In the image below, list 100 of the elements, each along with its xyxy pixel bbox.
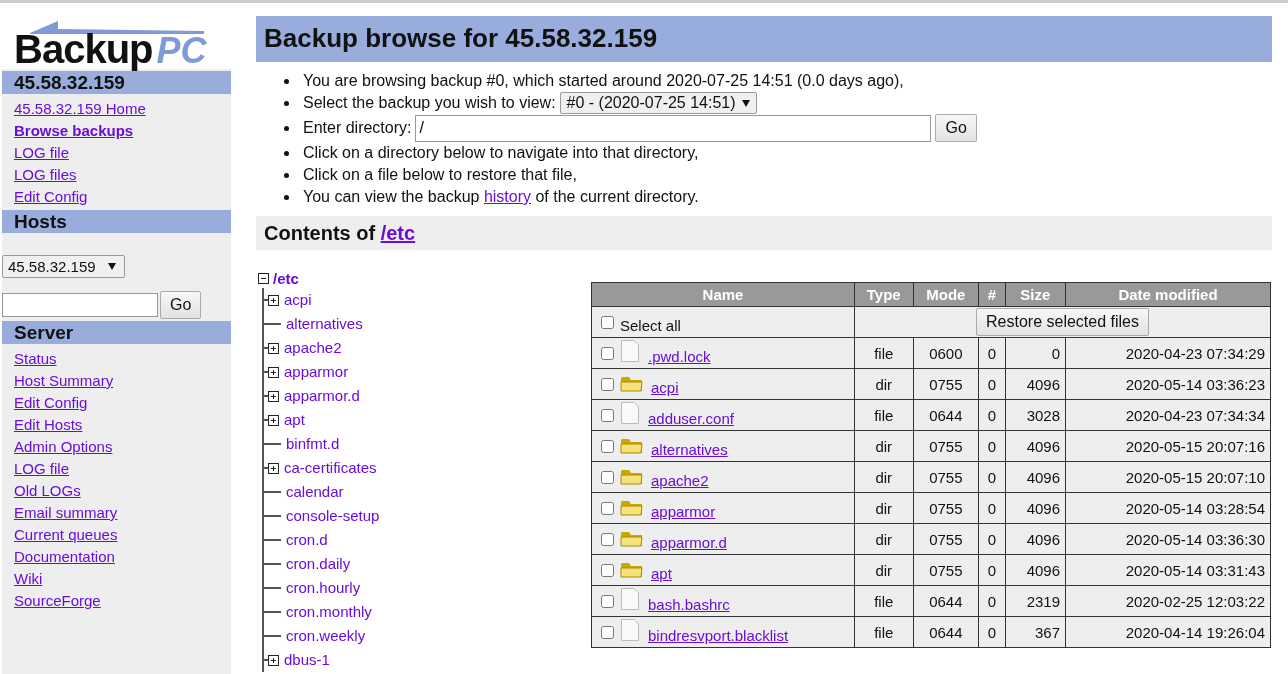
nav-link[interactable]: Wiki xyxy=(14,568,43,590)
tree-item[interactable]: cron.d xyxy=(286,531,328,549)
nav-link[interactable]: Current queues xyxy=(14,524,118,546)
search-field[interactable] xyxy=(2,293,158,317)
nav-link[interactable]: Edit Config xyxy=(14,392,88,414)
bullet-icon xyxy=(284,78,289,84)
nav-link[interactable]: Status xyxy=(14,348,57,370)
tree-item[interactable]: cron.hourly xyxy=(286,579,361,597)
file-link[interactable]: alternatives xyxy=(651,441,728,458)
table-cell: file xyxy=(854,585,913,617)
file-link[interactable]: acpi xyxy=(651,379,679,396)
nav-link[interactable]: LOG file xyxy=(14,458,70,480)
table-cell: 4096 xyxy=(1005,523,1066,555)
nav-link[interactable]: Edit Hosts xyxy=(14,414,83,436)
nav-link[interactable]: Old LOGs xyxy=(14,480,81,502)
info-text: Enter directory: xyxy=(303,118,412,138)
row-checkbox[interactable] xyxy=(601,346,614,360)
go-button[interactable]: Go xyxy=(160,291,202,319)
nav-link[interactable]: Browse backups xyxy=(14,120,134,142)
host-select[interactable]: 45.58.32.159 xyxy=(2,255,125,278)
table-cell: 2020-05-15 20:07:16 xyxy=(1065,430,1271,462)
nav-link[interactable]: SourceForge xyxy=(14,590,101,612)
info-text: You are browsing backup #0, which started around 2020-07-25 14:51 (0.0 days ago), xyxy=(303,71,904,91)
tree-item[interactable]: apparmor xyxy=(284,363,349,381)
select-all-checkbox[interactable] xyxy=(601,316,614,330)
expand-icon[interactable] xyxy=(268,390,279,402)
directory-field[interactable]: / xyxy=(415,114,932,142)
row-checkbox[interactable] xyxy=(601,564,614,577)
expand-icon[interactable] xyxy=(268,366,279,378)
nav-link[interactable]: 45.58.32.159 Home xyxy=(14,98,146,120)
file-link[interactable]: adduser.conf xyxy=(648,409,734,427)
section-heading: Hosts xyxy=(2,210,231,233)
tree-item[interactable]: ca-certificates xyxy=(284,459,377,477)
expand-icon[interactable] xyxy=(268,654,279,666)
nav-link[interactable]: Admin Options xyxy=(14,436,113,458)
nav-link[interactable]: Documentation xyxy=(14,546,115,568)
tree-item[interactable]: console-setup xyxy=(286,507,380,525)
nav-link[interactable]: LOG files xyxy=(14,164,77,186)
row-checkbox[interactable] xyxy=(601,440,614,453)
tree-item[interactable]: dbus-1 xyxy=(284,651,330,669)
table-cell: 4096 xyxy=(1005,461,1066,493)
table-cell: file xyxy=(854,616,913,648)
file-link[interactable]: bash.bashrc xyxy=(648,595,730,613)
file-link[interactable]: apache2 xyxy=(651,472,709,489)
nav-link[interactable]: LOG file xyxy=(14,142,70,164)
table-cell: 2020-05-14 03:36:30 xyxy=(1065,523,1271,555)
row-checkbox[interactable] xyxy=(601,408,614,422)
row-checkbox[interactable] xyxy=(601,594,614,608)
bullet-icon xyxy=(284,125,289,131)
table-cell: 0 xyxy=(978,585,1006,617)
row-checkbox[interactable] xyxy=(601,625,614,639)
file-link[interactable]: apparmor xyxy=(651,503,716,520)
select-value: #0 - (2020-07-25 14:51) xyxy=(566,93,736,113)
table-cell: 0 xyxy=(978,430,1006,462)
bullet-icon xyxy=(284,100,289,106)
table-cell: dir xyxy=(854,523,913,555)
logo[interactable]: BackupPC xyxy=(2,3,231,69)
dropdown-icon xyxy=(741,99,750,107)
expand-icon[interactable] xyxy=(268,414,279,426)
expand-icon[interactable] xyxy=(268,294,279,306)
table-cell: 2020-05-14 03:31:43 xyxy=(1065,554,1271,586)
row-checkbox[interactable] xyxy=(601,502,614,515)
file-link[interactable]: apt xyxy=(651,565,672,582)
go-button[interactable]: Go xyxy=(935,114,977,142)
file-link[interactable]: .pwd.lock xyxy=(648,347,711,365)
tree-item[interactable]: binfmt.d xyxy=(286,435,340,453)
tree-item[interactable]: /etc xyxy=(273,269,299,287)
table-cell: 0644 xyxy=(913,585,979,617)
collapse-icon[interactable] xyxy=(258,272,269,284)
restore-button[interactable]: Restore selected files xyxy=(976,308,1149,336)
expand-icon[interactable] xyxy=(268,342,279,354)
table-cell: 0755 xyxy=(913,461,979,493)
nav-link[interactable]: Edit Config xyxy=(14,186,88,208)
path-link[interactable]: /etc xyxy=(380,222,416,244)
file-link[interactable]: apparmor.d xyxy=(651,534,727,551)
row-checkbox[interactable] xyxy=(601,378,614,391)
table-cell: file xyxy=(854,337,913,369)
tree-item[interactable]: cron.daily xyxy=(286,555,351,573)
tree-item[interactable]: apparmor.d xyxy=(284,387,360,405)
table-cell: 2319 xyxy=(1005,585,1066,617)
tree-item[interactable]: acpi xyxy=(284,291,312,309)
nav-link[interactable]: Email summary xyxy=(14,502,118,524)
tree-item[interactable]: calendar xyxy=(286,483,344,501)
table-cell: 2020-04-23 07:34:29 xyxy=(1065,337,1271,369)
tree-item[interactable]: cron.weekly xyxy=(286,627,366,645)
table-cell: 2020-04-14 19:26:04 xyxy=(1065,616,1271,648)
table-cell: 0 xyxy=(978,337,1006,369)
nav-link[interactable]: Host Summary xyxy=(14,370,114,392)
backup-select[interactable]: #0 - (2020-07-25 14:51) xyxy=(559,92,757,114)
history-link[interactable]: history xyxy=(483,188,531,205)
table-cell: 0644 xyxy=(913,616,979,648)
tree-item[interactable]: alternatives xyxy=(286,315,363,333)
tree-item[interactable]: apache2 xyxy=(284,339,342,357)
row-checkbox[interactable] xyxy=(601,471,614,484)
row-checkbox[interactable] xyxy=(601,533,614,546)
tree-item[interactable]: cron.monthly xyxy=(286,603,372,621)
logo-text: PC xyxy=(156,30,207,71)
info-text: You can view the backup history of the current directory. xyxy=(303,187,699,207)
tree-item[interactable]: apt xyxy=(284,411,305,429)
expand-icon[interactable] xyxy=(268,462,279,474)
